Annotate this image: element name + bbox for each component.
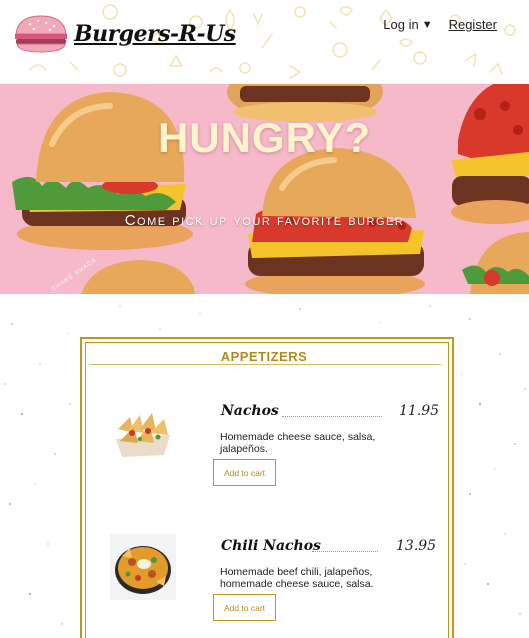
logo[interactable]: Burgers-R-Us bbox=[12, 12, 236, 56]
register-link[interactable]: Register bbox=[449, 17, 497, 32]
login-dropdown[interactable]: Log in ▼ bbox=[383, 17, 432, 32]
menu-card: APPETIZERS Nachos 11.95 Homemade cheese … bbox=[80, 337, 454, 638]
item-description: Homemade cheese sauce, salsa, jalapeños. bbox=[220, 431, 376, 455]
add-to-cart-button[interactable]: Add to cart bbox=[213, 459, 276, 486]
chili-nachos-image bbox=[110, 534, 176, 600]
price-leader-dots bbox=[312, 551, 378, 552]
item-price: 13.95 bbox=[396, 538, 437, 554]
site-header: Burgers-R-Us Log in ▼ Register bbox=[0, 0, 529, 84]
section-divider bbox=[89, 364, 441, 365]
logo-text: Burgers-R-Us bbox=[74, 21, 236, 47]
section-title: APPETIZERS bbox=[220, 349, 308, 364]
item-name: Chili Nachos bbox=[221, 538, 321, 554]
add-to-cart-button[interactable]: Add to cart bbox=[213, 594, 276, 621]
hero-banner: HUNGRY? Come pick up your favorite burge… bbox=[0, 84, 529, 294]
price-leader-dots bbox=[282, 416, 382, 417]
nachos-image bbox=[110, 399, 176, 465]
item-description: Homemade beef chili, jalapeños, homemade… bbox=[220, 566, 374, 590]
item-price: 11.95 bbox=[399, 403, 440, 419]
top-nav: Log in ▼ Register bbox=[383, 17, 497, 32]
hero-title: HUNGRY? bbox=[157, 114, 372, 161]
login-label: Log in bbox=[383, 17, 419, 32]
hero-subtitle: Come pick up your favorite burger bbox=[124, 212, 405, 229]
burger-logo-icon bbox=[15, 15, 67, 53]
item-name: Nachos bbox=[221, 403, 279, 419]
caret-down-icon: ▼ bbox=[421, 18, 433, 31]
